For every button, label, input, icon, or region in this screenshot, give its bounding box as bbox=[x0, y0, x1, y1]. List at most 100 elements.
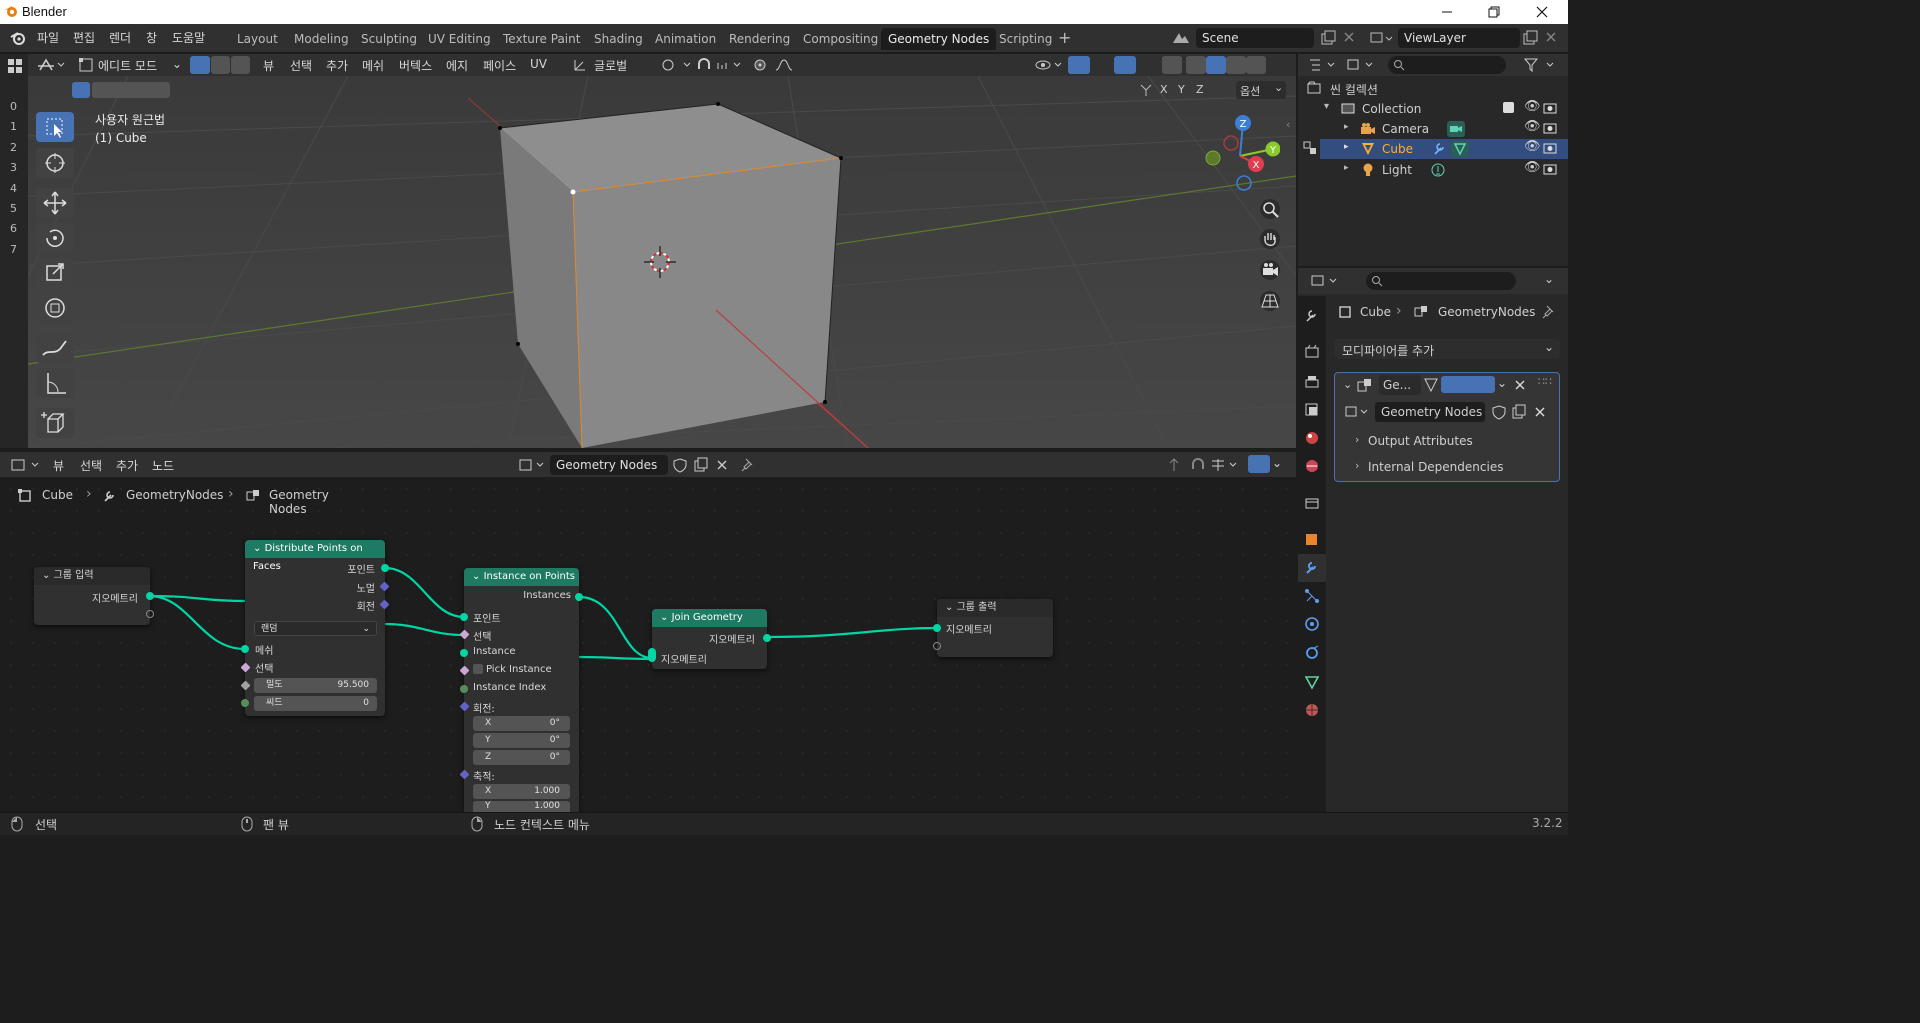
outliner-search-input[interactable] bbox=[1388, 56, 1506, 74]
node-menu-view[interactable]: 뷰 bbox=[53, 457, 64, 474]
viewlayer-selector-icon[interactable] bbox=[1368, 29, 1394, 47]
mesh-input-socket[interactable] bbox=[241, 645, 249, 653]
collection-tab-icon[interactable] bbox=[1304, 495, 1320, 511]
node-group-name-field[interactable]: Geometry Nodes bbox=[550, 455, 668, 475]
add-modifier-dropdown[interactable]: 모디파이어를 추가 ⌄ bbox=[1334, 339, 1560, 359]
modifier-tab-icon[interactable] bbox=[1304, 560, 1320, 576]
node-menu-select[interactable]: 선택 bbox=[80, 457, 102, 474]
breadcrumb-modifier[interactable]: GeometryNodes bbox=[126, 488, 223, 502]
node-distribute-points-on-faces[interactable]: ⌄ Distribute Points on Faces 포인트 노멀 회전 랜… bbox=[240, 540, 390, 716]
render-tab-icon[interactable] bbox=[1304, 344, 1320, 360]
camera-data-icon[interactable] bbox=[1446, 120, 1466, 138]
overlay-toggle-button[interactable] bbox=[1114, 56, 1136, 74]
particles-tab-icon[interactable] bbox=[1304, 588, 1320, 604]
mirror-x-toggle[interactable]: X bbox=[1160, 83, 1168, 96]
expand-toggle-icon[interactable]: ▸ bbox=[1344, 122, 1349, 132]
render-camera-icon[interactable] bbox=[1543, 101, 1557, 115]
unlink-icon[interactable] bbox=[1533, 405, 1547, 419]
collection-include-checkbox[interactable] bbox=[1503, 102, 1514, 113]
blender-menu-icon[interactable] bbox=[9, 30, 27, 46]
tab-uv-editing[interactable]: UV Editing bbox=[421, 28, 498, 50]
viewlayer-name-field[interactable]: ViewLayer bbox=[1398, 28, 1520, 48]
new-scene-icon[interactable] bbox=[1320, 30, 1336, 46]
options-dropdown[interactable]: 옵션 ⌄ bbox=[1236, 81, 1286, 99]
empty-input-socket[interactable] bbox=[933, 642, 941, 650]
minimize-button[interactable] bbox=[1437, 2, 1457, 22]
chevron-right-icon[interactable]: › bbox=[1355, 459, 1359, 472]
expand-toggle-icon[interactable]: ▸ bbox=[1344, 163, 1349, 173]
display-mode-icon[interactable] bbox=[1346, 57, 1376, 73]
tab-texture-paint[interactable]: Texture Paint bbox=[496, 28, 587, 50]
geometry-multi-input-socket[interactable] bbox=[648, 648, 656, 662]
chevron-down-icon[interactable]: ⌄ bbox=[472, 571, 484, 582]
mirror-options-icon[interactable] bbox=[1138, 82, 1154, 98]
density-field[interactable]: 밀도 95.500 bbox=[254, 678, 377, 693]
node-group-input[interactable]: ⌄ 그룹 입력 지오메트리 bbox=[34, 567, 154, 625]
node-menu-node[interactable]: 노드 bbox=[152, 457, 174, 474]
menu-mesh[interactable]: 메쉬 bbox=[362, 57, 384, 74]
edge-select-button[interactable] bbox=[211, 56, 230, 74]
snap-icon[interactable] bbox=[696, 57, 746, 73]
fake-user-shield-icon[interactable] bbox=[1491, 404, 1507, 420]
outliner-item-cube[interactable]: Cube bbox=[1382, 142, 1413, 156]
scale-x-field[interactable]: X 1.000 bbox=[473, 784, 570, 799]
properties-search-input[interactable] bbox=[1366, 272, 1516, 290]
vertex-select-button[interactable] bbox=[190, 56, 210, 74]
material-tab-icon[interactable] bbox=[1304, 702, 1320, 718]
output-tab-icon[interactable] bbox=[1304, 374, 1320, 390]
node-menu-add[interactable]: 추가 bbox=[116, 457, 138, 474]
render-camera-icon[interactable] bbox=[1543, 162, 1557, 176]
menu-select[interactable]: 선택 bbox=[290, 57, 312, 74]
tool-tab-icon[interactable] bbox=[1304, 308, 1320, 324]
empty-output-socket[interactable] bbox=[146, 610, 154, 618]
render-camera-icon[interactable] bbox=[1543, 141, 1557, 155]
expand-toggle-icon[interactable]: ▸ bbox=[1344, 142, 1349, 152]
drag-handle-icon[interactable]: ∷∷ bbox=[1538, 375, 1552, 388]
geometry-input-socket[interactable] bbox=[933, 624, 941, 632]
object-tab-icon[interactable] bbox=[1304, 531, 1320, 547]
tab-geometry-nodes[interactable]: Geometry Nodes bbox=[881, 28, 997, 50]
add-cube-tool-button[interactable] bbox=[36, 408, 74, 438]
new-viewlayer-icon[interactable] bbox=[1522, 30, 1538, 46]
breadcrumb-object[interactable]: Cube bbox=[42, 488, 73, 502]
menu-face[interactable]: 페이스 bbox=[483, 57, 516, 74]
delete-scene-icon[interactable] bbox=[1342, 30, 1356, 44]
outliner-item-camera[interactable]: Camera bbox=[1382, 122, 1429, 136]
constraints-tab-icon[interactable] bbox=[1304, 645, 1320, 661]
menu-vertex[interactable]: 버텍스 bbox=[399, 57, 432, 74]
menu-edge[interactable]: 에지 bbox=[446, 57, 468, 74]
node-group-output[interactable]: ⌄ 그룹 출력 지오메트리 bbox=[933, 599, 1053, 657]
distribute-method-dropdown[interactable]: 랜덤 ⌄ bbox=[254, 621, 377, 636]
chevron-down-icon[interactable]: ⌄ bbox=[1343, 378, 1352, 391]
rotation-z-field[interactable]: Z 0° bbox=[473, 750, 570, 765]
move-tool-button[interactable] bbox=[36, 188, 74, 218]
seed-field[interactable]: 씨드 0 bbox=[254, 696, 377, 711]
output-attributes-subpanel[interactable]: Output Attributes bbox=[1368, 434, 1473, 448]
mirror-y-toggle[interactable]: Y bbox=[1178, 83, 1185, 96]
transform-tool-button[interactable] bbox=[36, 293, 74, 323]
tab-scripting[interactable]: Scripting bbox=[992, 28, 1059, 50]
duplicate-icon[interactable] bbox=[1511, 404, 1527, 420]
node-overlay-toggle-button[interactable] bbox=[1248, 455, 1270, 473]
geometry-output-socket[interactable] bbox=[763, 634, 771, 642]
menu-view[interactable]: 뷰 bbox=[263, 57, 274, 74]
remove-modifier-icon[interactable] bbox=[1513, 378, 1527, 392]
cursor-tool-button[interactable] bbox=[36, 148, 74, 178]
tab-layout[interactable]: Layout bbox=[230, 28, 285, 50]
zoom-icon[interactable] bbox=[1259, 198, 1283, 222]
xray-toggle-button[interactable] bbox=[1162, 56, 1182, 74]
scale-tool-button[interactable] bbox=[36, 258, 74, 288]
gizmo-toggle-button[interactable] bbox=[1068, 56, 1090, 74]
rotate-tool-button[interactable] bbox=[36, 223, 74, 253]
instance-input-socket[interactable] bbox=[460, 649, 468, 657]
select-tool-button[interactable] bbox=[36, 112, 74, 142]
eye-icon[interactable]: 👁 bbox=[1524, 160, 1541, 175]
menu-help[interactable]: 도움말 bbox=[172, 29, 205, 46]
scale-y-field[interactable]: Y 1.000 bbox=[473, 801, 570, 812]
proportional-editing-icon[interactable] bbox=[752, 57, 802, 73]
wireframe-shading-button[interactable] bbox=[1186, 56, 1206, 74]
menu-render[interactable]: 렌더 bbox=[109, 29, 131, 46]
node-group-field[interactable]: Geometry Nodes bbox=[1375, 402, 1485, 422]
collection-label[interactable]: Collection bbox=[1362, 102, 1421, 116]
tab-compositing[interactable]: Compositing bbox=[796, 28, 885, 50]
